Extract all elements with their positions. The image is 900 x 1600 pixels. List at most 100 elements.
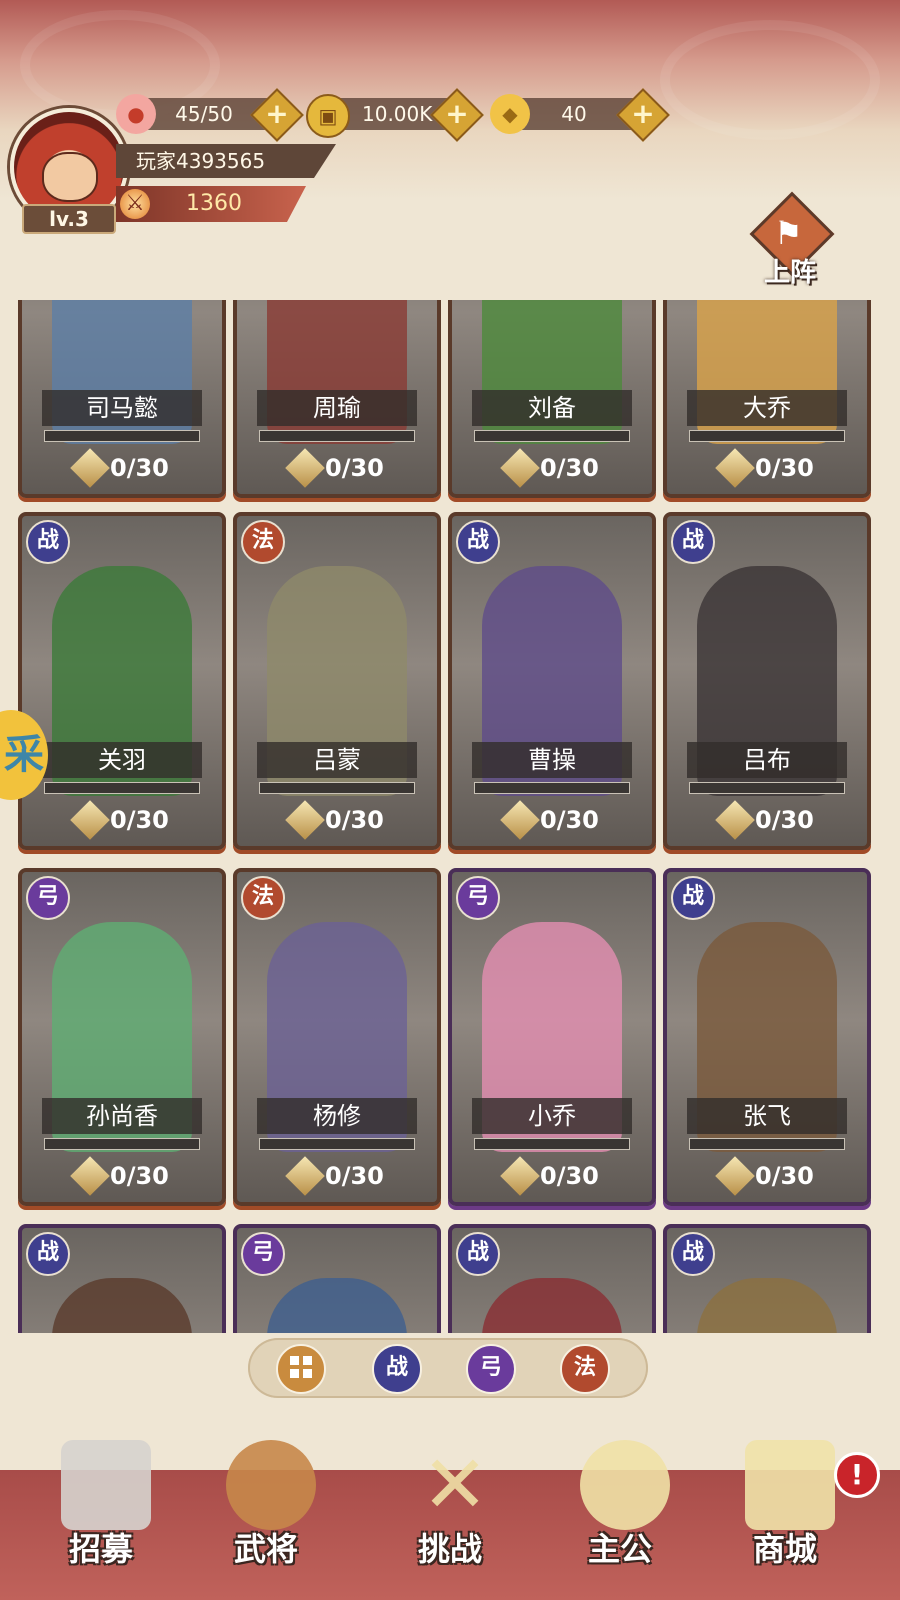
shard-count: 0/30 [755,454,814,482]
general-portrait [482,1278,622,1333]
grid-icon [290,1356,312,1378]
general-card[interactable]: 司马懿 0/30 [18,300,226,498]
nav-challenge[interactable]: ✕ 挑战 [375,1432,525,1600]
coin-resource: ▣ 10.00K + [306,88,484,142]
general-card[interactable]: 法 杨修 0/30 [233,868,441,1206]
general-portrait [52,1278,192,1333]
filter-archer-button[interactable]: 弓 [466,1344,516,1394]
filter-all-button[interactable] [276,1344,326,1394]
coin-icon: ▣ [306,94,350,138]
shard-progress-bar [689,430,845,442]
general-card[interactable]: 大乔 0/30 [663,300,871,498]
general-card-grid[interactable]: 司马懿 0/30 周瑜 0/30 刘备 0/30 大乔 0/30 战 关羽 0/… [0,300,900,1333]
nav-shop[interactable]: 商城 [710,1432,860,1600]
general-card[interactable]: 战 [448,1224,656,1333]
plus-icon: + [265,97,289,130]
class-badge-archer: 弓 [456,876,500,920]
deploy-label: 上阵 [763,258,816,288]
shard-count: 0/30 [110,1162,169,1190]
plus-icon: + [445,97,469,130]
crossed-swords-icon: ✕ [421,1438,489,1531]
class-badge-warrior: 战 [671,520,715,564]
shard-count: 0/30 [110,454,169,482]
ingot-resource: ◆ 40 + [490,88,670,142]
coin-value: 10.00K [362,102,433,126]
general-card[interactable]: 战 [663,1224,871,1333]
class-badge-archer: 弓 [241,1232,285,1276]
general-card[interactable]: 战 吕布 0/30 [663,512,871,850]
shop-alert-icon: ! [834,1452,880,1498]
general-portrait-icon [226,1440,316,1530]
power-icon: ⚔ [120,189,150,219]
stamina-resource: ● 45/50 + [116,88,304,142]
general-card[interactable]: 弓 小乔 0/30 [448,868,656,1206]
ingot-value: 40 [561,102,587,126]
class-badge-warrior: 战 [26,520,70,564]
general-name: 孙尚香 [42,1098,202,1134]
shard-icon [500,800,540,840]
shard-icon [715,448,755,488]
filter-mage-button[interactable]: 法 [560,1344,610,1394]
plus-icon: + [631,97,655,130]
class-badge-mage: 法 [241,520,285,564]
deploy-button[interactable]: ⚑ 上阵 [749,191,835,290]
shard-progress-bar [44,430,200,442]
general-portrait [267,1278,407,1333]
class-badge-warrior: 战 [671,876,715,920]
general-card[interactable]: 法 吕蒙 0/30 [233,512,441,850]
lord-portrait-icon [580,1440,670,1530]
general-name: 刘备 [472,390,632,426]
shard-count: 0/30 [325,454,384,482]
scroll-icon [61,1440,151,1530]
shard-icon [70,1156,110,1196]
nav-recruit[interactable]: 招募 [26,1432,176,1600]
filter-warrior-button[interactable]: 战 [372,1344,422,1394]
general-name: 小乔 [472,1098,632,1134]
general-card[interactable]: 战 关羽 0/30 [18,512,226,850]
shard-count: 0/30 [540,1162,599,1190]
shard-icon [715,800,755,840]
shard-progress-bar [259,782,415,794]
shop-building-icon [745,1440,835,1530]
class-badge-warrior: 战 [671,1232,715,1276]
class-badge-warrior: 战 [456,520,500,564]
general-card[interactable]: 刘备 0/30 [448,300,656,498]
general-card[interactable]: 弓 孙尚香 0/30 [18,868,226,1206]
class-badge-warrior: 战 [456,1232,500,1276]
nav-label: 主公 [587,1530,652,1568]
shard-count: 0/30 [540,454,599,482]
general-card[interactable]: 周瑜 0/30 [233,300,441,498]
shard-progress-bar [474,782,630,794]
general-name: 关羽 [42,742,202,778]
general-card[interactable]: 战 曹操 0/30 [448,512,656,850]
shard-progress-bar [259,430,415,442]
general-card[interactable]: 战 [18,1224,226,1333]
shard-icon [70,800,110,840]
general-name: 曹操 [472,742,632,778]
peach-icon: ● [116,94,156,134]
power-display: ⚔ 1360 [116,186,306,222]
shard-icon [500,1156,540,1196]
class-badge-warrior: 战 [26,1232,70,1276]
nav-label: 挑战 [417,1530,482,1568]
general-name: 周瑜 [257,390,417,426]
gold-ingot-icon: ◆ [490,94,530,134]
general-name: 司马懿 [42,390,202,426]
shard-count: 0/30 [755,806,814,834]
general-card[interactable]: 弓 [233,1224,441,1333]
shard-icon [70,448,110,488]
general-card[interactable]: 战 张飞 0/30 [663,868,871,1206]
shard-count: 0/30 [325,1162,384,1190]
nav-label: 武将 [233,1530,298,1568]
nav-lord[interactable]: 主公 [545,1432,695,1600]
shard-icon [285,800,325,840]
level-badge: lv.3 [22,204,116,234]
general-name: 吕蒙 [257,742,417,778]
class-badge-mage: 法 [241,876,285,920]
class-badge-archer: 弓 [26,876,70,920]
shard-progress-bar [689,782,845,794]
general-name: 大乔 [687,390,847,426]
shard-progress-bar [689,1138,845,1150]
stamina-value: 45/50 [175,102,233,126]
nav-generals[interactable]: 武将 [191,1432,341,1600]
